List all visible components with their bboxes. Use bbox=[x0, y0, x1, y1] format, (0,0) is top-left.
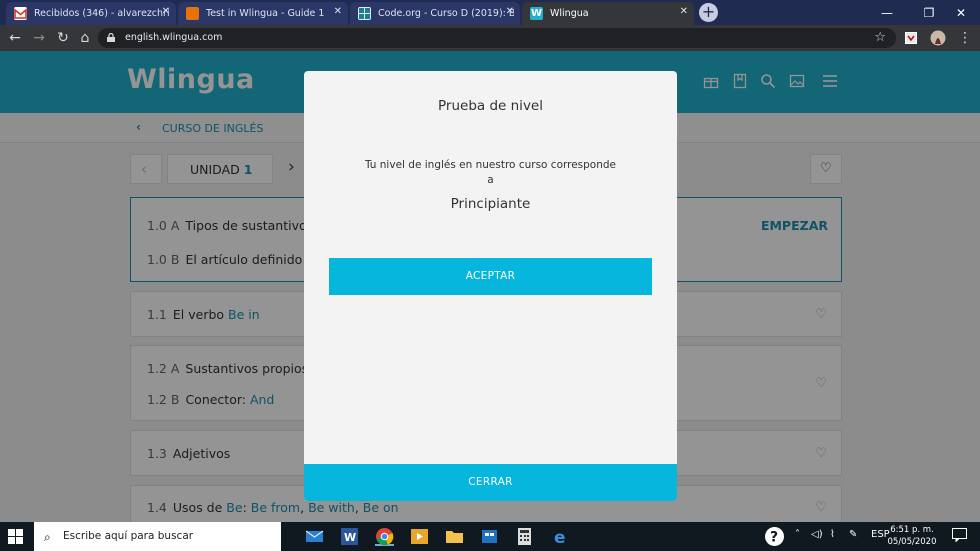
wifi-icon[interactable]: ⌇ bbox=[830, 529, 835, 540]
taskbar-search-input[interactable]: ⌕ Escribe aquí para buscar bbox=[34, 522, 281, 551]
extension-icon[interactable] bbox=[902, 29, 920, 47]
dialog-message: Tu nivel de inglés en nuestro curso corr… bbox=[364, 159, 617, 186]
svg-text:W: W bbox=[344, 531, 356, 544]
url-text: english.wlingua.com bbox=[125, 32, 223, 43]
search-icon: ⌕ bbox=[44, 530, 51, 544]
reload-icon[interactable]: ↻ bbox=[54, 29, 72, 47]
accept-button[interactable]: ACEPTAR bbox=[329, 258, 652, 295]
forward-arrow-icon[interactable]: → bbox=[30, 29, 48, 47]
chrome-app-icon[interactable] bbox=[375, 527, 394, 546]
svg-text:e: e bbox=[554, 528, 566, 546]
back-arrow-icon[interactable]: ← bbox=[6, 29, 24, 47]
close-icon[interactable]: ✕ bbox=[334, 6, 342, 17]
lock-icon bbox=[107, 33, 115, 42]
close-icon[interactable]: ✕ bbox=[506, 6, 514, 17]
windows-taskbar: ⌕ Escribe aquí para buscar W e ? ˄ ◁) ⌇ … bbox=[0, 522, 980, 551]
wlingua-icon: W bbox=[530, 7, 543, 20]
tab-wlingua[interactable]: W Wlingua ✕ bbox=[522, 2, 694, 25]
tab-label: Test in Wlingua - Guide 1 bbox=[206, 8, 325, 19]
close-icon[interactable]: ✕ bbox=[162, 6, 170, 17]
volume-icon[interactable]: ◁) bbox=[811, 529, 823, 540]
edge-app-icon[interactable]: e bbox=[552, 527, 571, 548]
bookmark-star-icon[interactable]: ☆ bbox=[874, 30, 886, 45]
browser-tab-strip: Recibidos (346) - alvarezchristian ✕ Tes… bbox=[0, 0, 980, 25]
code-org-icon bbox=[358, 7, 371, 20]
wlingua-test-icon bbox=[186, 7, 199, 20]
tab-gmail[interactable]: Recibidos (346) - alvarezchristian ✕ bbox=[6, 2, 176, 25]
media-player-icon[interactable] bbox=[410, 527, 429, 546]
chevron-up-icon[interactable]: ˄ bbox=[795, 529, 800, 540]
tab-label: Wlingua bbox=[550, 8, 589, 19]
clock-date: 05/05/2020 bbox=[887, 537, 937, 547]
home-icon[interactable]: ⌂ bbox=[76, 29, 94, 47]
pen-icon[interactable]: ✎ bbox=[849, 529, 857, 540]
tab-label: Code.org - Curso D (2019): Bucle bbox=[378, 8, 514, 19]
minimize-button[interactable]: — bbox=[864, 0, 910, 25]
dialog-title: Prueba de nivel bbox=[438, 98, 543, 114]
file-explorer-icon[interactable] bbox=[445, 527, 464, 546]
tab-wlingua-test[interactable]: Test in Wlingua - Guide 1 ✕ bbox=[178, 2, 348, 25]
help-icon[interactable]: ? bbox=[764, 526, 785, 550]
calculator-app-icon[interactable] bbox=[515, 527, 534, 546]
close-window-button[interactable]: ✕ bbox=[938, 0, 980, 25]
profile-avatar[interactable] bbox=[929, 29, 947, 47]
address-bar[interactable]: english.wlingua.com ☆ bbox=[98, 28, 896, 48]
notifications-icon[interactable] bbox=[952, 528, 967, 545]
tab-label: Recibidos (346) - alvarezchristian bbox=[34, 8, 170, 19]
new-tab-button[interactable]: + bbox=[699, 3, 718, 22]
close-icon[interactable]: ✕ bbox=[680, 6, 688, 17]
clock-time: 6:51 p. m. bbox=[890, 525, 934, 535]
system-clock[interactable]: 6:51 p. m. 05/05/2020 bbox=[887, 524, 937, 548]
svg-text:?: ? bbox=[770, 530, 778, 546]
browser-toolbar: ← → ↻ ⌂ english.wlingua.com ☆ ⋮ bbox=[0, 25, 980, 51]
level-test-dialog: Prueba de nivel Tu nivel de inglés en nu… bbox=[304, 71, 677, 501]
level-result: Principiante bbox=[450, 196, 531, 212]
search-placeholder: Escribe aquí para buscar bbox=[63, 530, 194, 542]
mail-app-icon[interactable] bbox=[305, 527, 324, 546]
close-button[interactable]: CERRAR bbox=[304, 464, 677, 501]
gmail-icon bbox=[14, 7, 27, 20]
tab-code-org[interactable]: Code.org - Curso D (2019): Bucle ✕ bbox=[350, 2, 520, 25]
store-app-icon[interactable] bbox=[480, 527, 499, 546]
windows-start-icon[interactable] bbox=[8, 529, 23, 544]
menu-kebab-icon[interactable]: ⋮ bbox=[956, 29, 974, 47]
word-app-icon[interactable]: W bbox=[340, 527, 359, 546]
